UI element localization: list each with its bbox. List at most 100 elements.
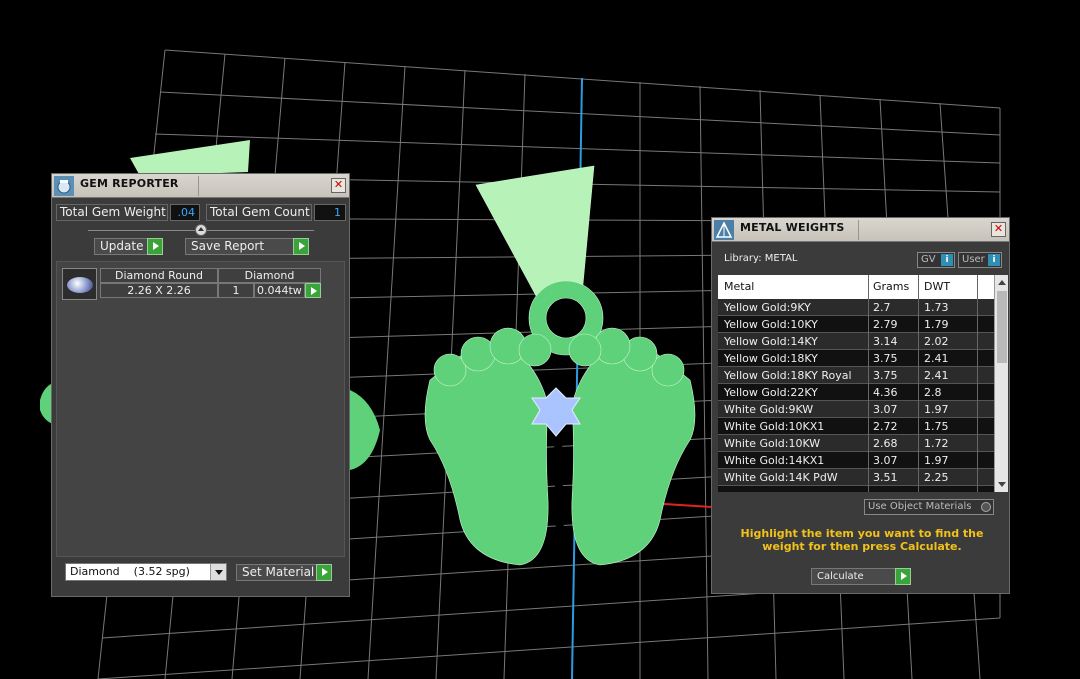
grams-cell: 4.36 — [873, 386, 898, 399]
gem-size: 2.26 X 2.26 — [100, 283, 218, 298]
metal-cell: Yellow Gold:18KY — [724, 352, 818, 365]
calculate-button-label: Calculate — [817, 571, 864, 582]
metal-table-row[interactable]: White Gold:14K PdW 3.51 2.25 — [718, 469, 994, 486]
play-icon — [147, 238, 163, 255]
metal-table: Metal Grams DWT Yellow Gold:9KY 2.7 1.73 Ye… — [718, 275, 994, 492]
dwt-cell: 2.41 — [924, 352, 949, 365]
close-icon[interactable]: ✕ — [331, 178, 346, 193]
metal-cell: White Gold:9KW — [724, 403, 814, 416]
grams-cell: 3.75 — [873, 369, 898, 382]
play-icon — [895, 568, 911, 585]
play-icon — [311, 287, 317, 295]
column-divider — [977, 275, 978, 492]
scroll-up-icon[interactable] — [998, 280, 1006, 285]
gem-reporter-panel: GEM REPORTER ✕ Total Gem Weight .04 Tota… — [51, 173, 350, 597]
dwt-cell: 1.97 — [924, 403, 949, 416]
metal-table-row[interactable]: Yellow Gold:10KY 2.79 1.79 — [718, 316, 994, 333]
gv-toggle[interactable]: GV i — [917, 252, 955, 268]
material-select[interactable]: Diamond (3.52 spg) — [65, 563, 227, 581]
column-header-metal: Metal — [724, 280, 755, 293]
metal-table-row[interactable]: Yellow Gold:14KY 3.14 2.02 — [718, 333, 994, 350]
grams-cell: 3.07 — [873, 403, 898, 416]
calculate-button[interactable]: Calculate — [811, 568, 911, 585]
grams-cell: 3.75 — [873, 352, 898, 365]
total-gem-count-label: Total Gem Count — [206, 204, 312, 221]
scroll-down-icon[interactable] — [998, 482, 1006, 487]
metal-table-row[interactable]: Yellow Gold:18KY Royal 3.75 2.41 — [718, 367, 994, 384]
gem-list: Diamond Round Diamond 2.26 X 2.26 1 0.04… — [56, 261, 345, 557]
use-object-materials-toggle[interactable]: Use Object Materials — [864, 499, 994, 515]
column-divider — [918, 275, 919, 492]
metal-cell: White Gold:14KX1 — [724, 454, 825, 467]
column-divider — [868, 275, 869, 492]
gem-material: Diamond — [218, 268, 321, 283]
gem-name: Diamond Round — [100, 268, 218, 283]
gem-list-item[interactable]: Diamond Round Diamond 2.26 X 2.26 1 0.04… — [57, 262, 346, 302]
titlebar-divider — [858, 220, 859, 240]
use-object-materials-label: Use Object Materials — [868, 501, 972, 512]
save-report-button[interactable]: Save Report — [185, 238, 309, 255]
dwt-cell: 2.25 — [924, 471, 949, 484]
gem-weight: 0.044tw — [254, 283, 305, 298]
metal-table-row[interactable]: White Gold:9KW 3.07 1.97 — [718, 401, 994, 418]
total-gem-weight-label: Total Gem Weight — [56, 204, 168, 221]
metal-table-row[interactable]: White Gold:10KX1 2.72 1.75 — [718, 418, 994, 435]
info-icon: i — [988, 254, 1000, 266]
metal-cell: Yellow Gold:9KY — [724, 301, 811, 314]
gv-toggle-label: GV — [921, 254, 936, 265]
metal-cell: Yellow Gold:18KY Royal — [724, 369, 852, 382]
dwt-cell: 1.73 — [924, 301, 949, 314]
metal-table-header: Metal Grams DWT — [718, 275, 994, 299]
metal-weights-panel: METAL WEIGHTS ✕ Library: METAL GV i User… — [711, 217, 1010, 594]
radio-icon — [981, 502, 991, 512]
scale-icon — [714, 220, 734, 240]
dwt-cell: 2.41 — [924, 369, 949, 382]
calculate-hint: Highlight the item you want to find the … — [740, 527, 984, 553]
metal-weights-title: METAL WEIGHTS — [740, 221, 845, 234]
update-button[interactable]: Update — [94, 238, 163, 255]
dwt-cell: 1.79 — [924, 318, 949, 331]
column-header-grams: Grams — [873, 280, 910, 293]
metal-table-row[interactable]: White Gold:14KX1 3.07 1.97 — [718, 452, 994, 469]
metal-table-row[interactable]: Yellow Gold:9KY 2.7 1.73 — [718, 299, 994, 316]
dwt-cell: 1.72 — [924, 437, 949, 450]
library-label: Library: METAL — [724, 253, 798, 264]
dwt-cell: 2.02 — [924, 335, 949, 348]
diamond-thumbnail — [62, 268, 97, 300]
collapse-toggle-icon[interactable] — [195, 224, 207, 236]
grams-cell: 2.68 — [873, 437, 898, 450]
set-material-button-label: Set Material — [242, 565, 315, 579]
metal-cell: Yellow Gold:22KY — [724, 386, 818, 399]
metal-table-scrollbar[interactable] — [994, 275, 1008, 492]
gem-reporter-titlebar[interactable]: GEM REPORTER ✕ — [52, 174, 349, 198]
gem-go-button[interactable] — [305, 283, 321, 298]
metal-cell: White Gold:10KX1 — [724, 420, 825, 433]
scrollbar-thumb[interactable] — [997, 291, 1007, 363]
metal-table-row[interactable]: Yellow Gold:22KY 4.36 2.8 — [718, 384, 994, 401]
material-select-value: Diamond (3.52 spg) — [70, 565, 190, 578]
metal-cell: White Gold:10KW — [724, 437, 821, 450]
metal-cell: White Gold:14K PdW — [724, 471, 838, 484]
play-icon — [316, 564, 332, 581]
set-material-button[interactable]: Set Material — [236, 564, 332, 581]
metal-table-row[interactable]: White Gold:10KW 2.68 1.72 — [718, 435, 994, 452]
gem-reporter-title: GEM REPORTER — [80, 177, 179, 190]
chevron-down-icon[interactable] — [210, 564, 226, 580]
dwt-cell: 1.75 — [924, 420, 949, 433]
save-report-button-label: Save Report — [191, 239, 265, 253]
metal-weights-titlebar[interactable]: METAL WEIGHTS ✕ — [712, 218, 1009, 242]
grams-cell: 3.51 — [873, 471, 898, 484]
column-header-dwt: DWT — [924, 280, 951, 293]
metal-cell: Yellow Gold:10KY — [724, 318, 818, 331]
user-toggle[interactable]: User i — [958, 252, 1002, 268]
titlebar-divider — [198, 176, 199, 196]
user-toggle-label: User — [962, 254, 985, 265]
dwt-cell: 1.97 — [924, 454, 949, 467]
close-icon[interactable]: ✕ — [991, 222, 1006, 237]
play-icon — [293, 238, 309, 255]
grams-cell: 2.7 — [873, 301, 891, 314]
grams-cell: 2.72 — [873, 420, 898, 433]
metal-cell: Yellow Gold:14KY — [724, 335, 818, 348]
metal-table-row[interactable]: Yellow Gold:18KY 3.75 2.41 — [718, 350, 994, 367]
total-gem-count-value: 1 — [314, 204, 346, 221]
